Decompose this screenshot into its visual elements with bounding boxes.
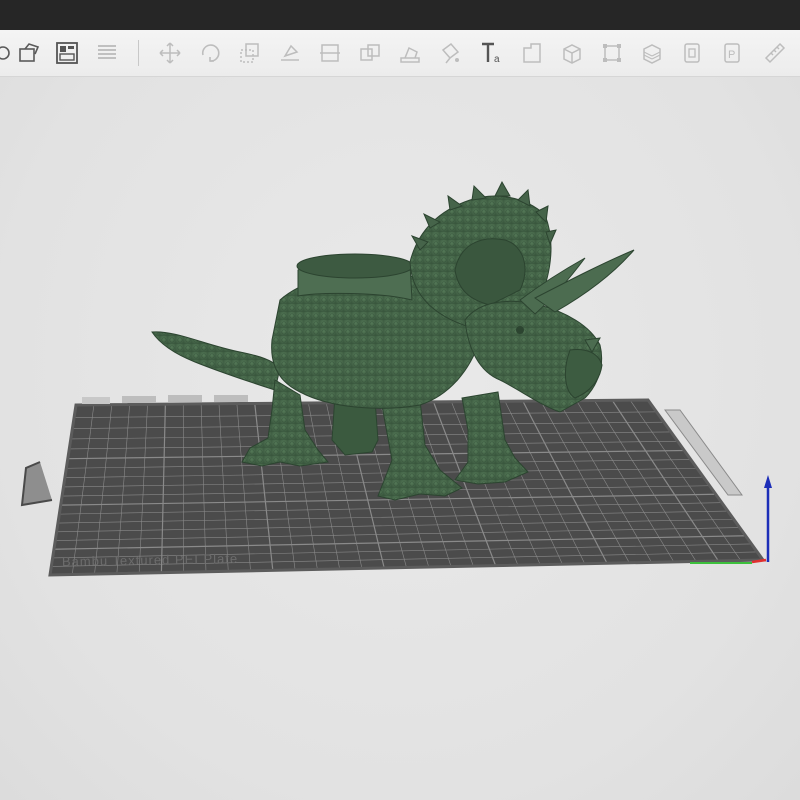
paint-seam-icon[interactable] — [435, 30, 465, 76]
plate-tab-3[interactable] — [168, 395, 202, 402]
slice-plate-icon[interactable] — [677, 30, 707, 76]
toolbar-separator — [138, 40, 139, 66]
split-parts-icon[interactable] — [395, 30, 425, 76]
ruler-icon[interactable] — [760, 30, 790, 76]
plate-tab-4[interactable] — [214, 395, 248, 402]
scale-icon[interactable] — [235, 30, 265, 76]
title-bar — [0, 0, 800, 30]
measure-icon[interactable] — [597, 30, 627, 76]
text-tool-icon[interactable]: a — [477, 30, 507, 76]
arrange-plate-icon[interactable] — [52, 30, 82, 76]
plate-handle — [20, 461, 53, 507]
z-axis-arrow-icon — [764, 475, 772, 488]
rotate-icon[interactable] — [195, 30, 225, 76]
cut-icon[interactable] — [315, 30, 345, 76]
cube-view-icon[interactable] — [557, 30, 587, 76]
open-project-icon[interactable] — [14, 30, 44, 76]
plate-label: Bambu Textured PEI Plate — [62, 551, 238, 569]
slicer-window: a P Bambu Textured PEI Plate — [0, 0, 800, 800]
scene-canvas[interactable]: Bambu Textured PEI Plate — [0, 77, 800, 800]
plate-tab-2[interactable] — [122, 396, 156, 403]
svg-text:a: a — [494, 54, 500, 65]
svg-text:P: P — [728, 49, 735, 61]
orient-icon[interactable] — [92, 30, 122, 76]
move-icon[interactable] — [155, 30, 185, 76]
preview-icon[interactable]: P — [717, 30, 747, 76]
assembly-icon[interactable] — [517, 30, 547, 76]
place-on-face-icon[interactable] — [275, 30, 305, 76]
main-toolbar: a P — [0, 30, 800, 77]
split-objects-icon[interactable] — [355, 30, 385, 76]
plate-tab-1[interactable] — [82, 397, 110, 404]
variable-layer-icon[interactable] — [637, 30, 667, 76]
3d-viewport[interactable]: Bambu Textured PEI Plate — [0, 77, 800, 800]
